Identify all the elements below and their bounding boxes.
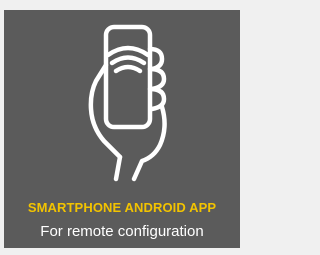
feature-card: SMARTPHONE ANDROID APP For remote config… <box>4 10 240 248</box>
card-title: SMARTPHONE ANDROID APP <box>27 200 217 215</box>
hand-holding-phone-wifi-icon <box>88 24 167 182</box>
card-subtitle: For remote configuration <box>40 223 204 240</box>
